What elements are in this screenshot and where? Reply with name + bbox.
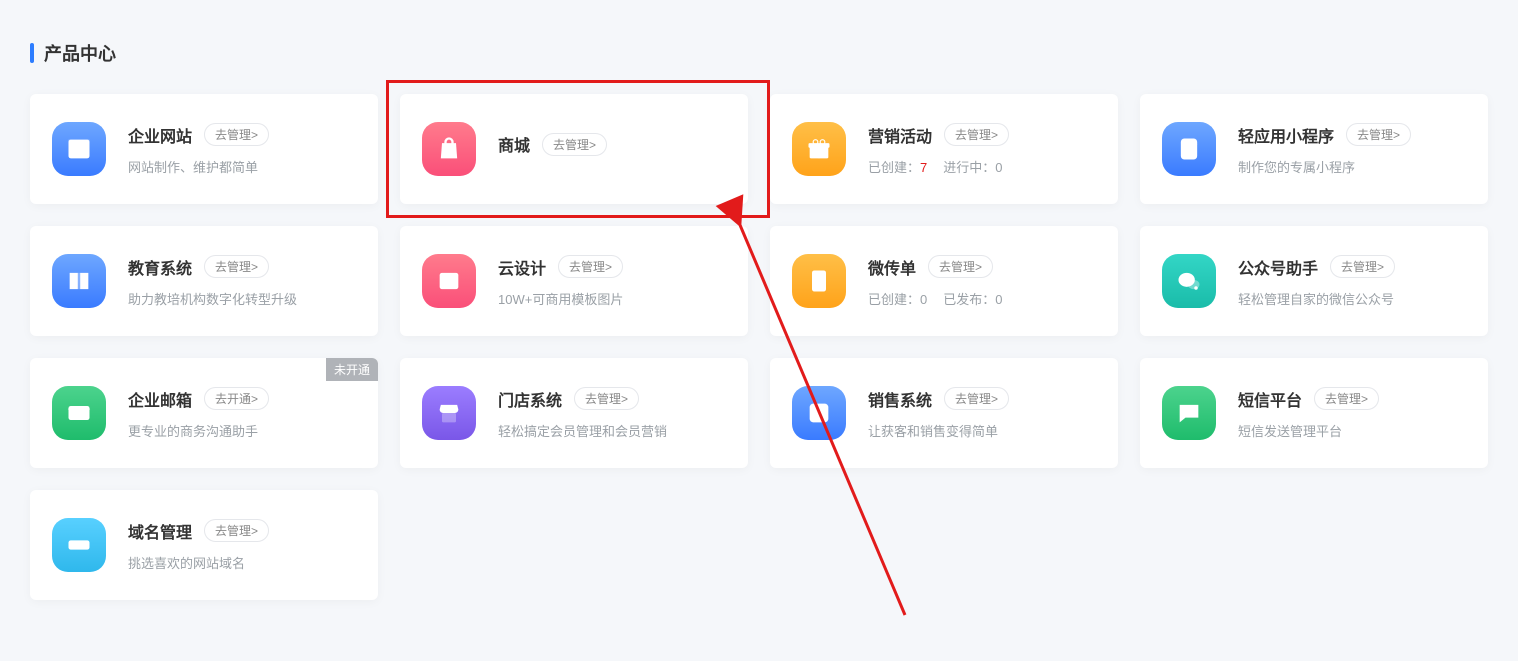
card-mail[interactable]: 未开通 企业邮箱 去开通> 更专业的商务沟通助手	[30, 358, 378, 468]
card-title: 域名管理	[128, 519, 192, 543]
card-title: 云设计	[498, 255, 546, 279]
card-desc: 短信发送管理平台	[1238, 421, 1466, 440]
manage-button[interactable]: 去管理>	[204, 123, 269, 146]
manage-button[interactable]: 去管理>	[204, 255, 269, 278]
card-title: 销售系统	[868, 387, 932, 411]
card-marketing[interactable]: 营销活动 去管理> 已创建：7进行中：0	[770, 94, 1118, 204]
not-open-badge: 未开通	[326, 358, 378, 381]
card-miniapp[interactable]: 轻应用小程序 去管理> 制作您的专属小程序	[1140, 94, 1488, 204]
card-stats: 已创建：7进行中：0	[868, 157, 1096, 176]
card-desc: 网站制作、维护都简单	[128, 157, 356, 176]
card-desc: 轻松管理自家的微信公众号	[1238, 289, 1466, 308]
card-title: 短信平台	[1238, 387, 1302, 411]
manage-button[interactable]: 去管理>	[1346, 123, 1411, 146]
card-desc: 制作您的专属小程序	[1238, 157, 1466, 176]
manage-button[interactable]: 去管理>	[558, 255, 623, 278]
card-desc: 助力教培机构数字化转型升级	[128, 289, 356, 308]
card-title: 营销活动	[868, 123, 932, 147]
card-stats: 已创建：0已发布：0	[868, 289, 1096, 308]
manage-button[interactable]: 去管理>	[944, 123, 1009, 146]
card-title: 企业邮箱	[128, 387, 192, 411]
card-design[interactable]: 云设计 去管理> 10W+可商用模板图片	[400, 226, 748, 336]
domain-icon: W.	[52, 518, 106, 572]
card-domain[interactable]: W. 域名管理 去管理> 挑选喜欢的网站域名	[30, 490, 378, 600]
card-website[interactable]: 企业网站 去管理> 网站制作、维护都简单	[30, 94, 378, 204]
card-title: 公众号助手	[1238, 255, 1318, 279]
card-desc: 让获客和销售变得简单	[868, 421, 1096, 440]
card-desc: 更专业的商务沟通助手	[128, 421, 356, 440]
card-desc: 10W+可商用模板图片	[498, 289, 726, 308]
card-title: 轻应用小程序	[1238, 123, 1334, 147]
flyer-icon	[792, 254, 846, 308]
card-sms[interactable]: 短信平台 去管理> 短信发送管理平台	[1140, 358, 1488, 468]
card-desc: 挑选喜欢的网站域名	[128, 553, 356, 572]
manage-button[interactable]: 去管理>	[1314, 387, 1379, 410]
card-mall[interactable]: 商城 去管理>	[400, 94, 748, 204]
miniapp-icon	[1162, 122, 1216, 176]
card-title: 微传单	[868, 255, 916, 279]
manage-button[interactable]: 去管理>	[944, 387, 1009, 410]
card-edu[interactable]: 教育系统 去管理> 助力教培机构数字化转型升级	[30, 226, 378, 336]
shopping-bag-icon	[422, 122, 476, 176]
browser-icon	[52, 122, 106, 176]
accent-bar	[30, 43, 34, 63]
activate-button[interactable]: 去开通>	[204, 387, 269, 410]
book-icon	[52, 254, 106, 308]
manage-button[interactable]: 去管理>	[1330, 255, 1395, 278]
svg-text:W.: W.	[72, 542, 82, 551]
chat-icon	[1162, 386, 1216, 440]
card-mp[interactable]: 公众号助手 去管理> 轻松管理自家的微信公众号	[1140, 226, 1488, 336]
card-title: 企业网站	[128, 123, 192, 147]
product-grid: 企业网站 去管理> 网站制作、维护都简单 商城 去管理>	[30, 94, 1488, 600]
gift-icon	[792, 122, 846, 176]
section-header: 产品中心	[30, 40, 1488, 66]
mail-icon	[52, 386, 106, 440]
list-icon	[792, 386, 846, 440]
manage-button[interactable]: 去管理>	[204, 519, 269, 542]
card-flyer[interactable]: 微传单 去管理> 已创建：0已发布：0	[770, 226, 1118, 336]
wechat-icon	[1162, 254, 1216, 308]
card-desc: 轻松搞定会员管理和会员营销	[498, 421, 726, 440]
card-title: 门店系统	[498, 387, 562, 411]
manage-button[interactable]: 去管理>	[574, 387, 639, 410]
card-store[interactable]: 门店系统 去管理> 轻松搞定会员管理和会员营销	[400, 358, 748, 468]
card-title: 商城	[498, 132, 530, 156]
manage-button[interactable]: 去管理>	[928, 255, 993, 278]
card-title: 教育系统	[128, 255, 192, 279]
manage-button[interactable]: 去管理>	[542, 133, 607, 156]
card-sales[interactable]: 销售系统 去管理> 让获客和销售变得简单	[770, 358, 1118, 468]
section-title-text: 产品中心	[44, 40, 116, 66]
image-icon	[422, 254, 476, 308]
store-icon	[422, 386, 476, 440]
